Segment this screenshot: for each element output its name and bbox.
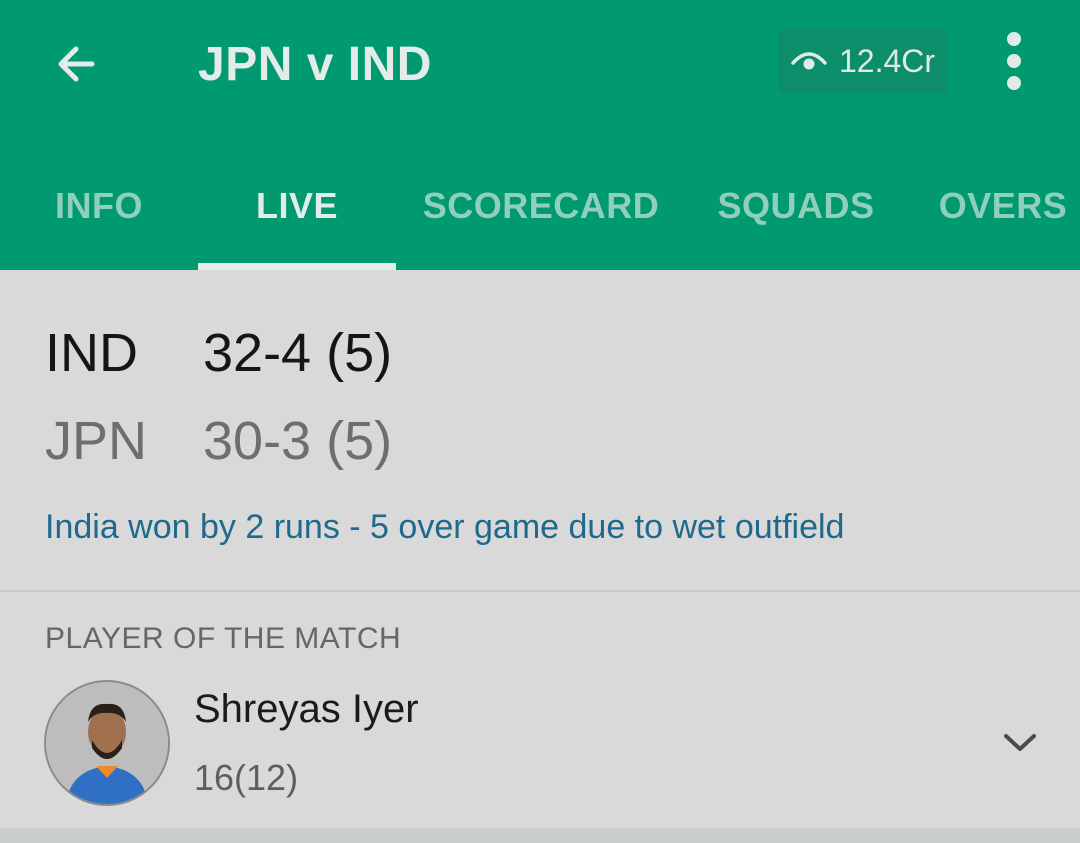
team-score: 32-4 (5) <box>203 323 393 383</box>
team-abbr: JPN <box>45 411 148 471</box>
player-name: Shreyas Iyer <box>194 687 419 731</box>
player-of-match-card[interactable]: PLAYER OF THE MATCH Shreyas Iyer 16(12) <box>0 592 1080 828</box>
match-result: India won by 2 runs - 5 over game due to… <box>45 508 845 546</box>
arrow-left-icon <box>58 46 95 82</box>
eye-icon <box>791 52 827 70</box>
tab-bar: INFO LIVE SCORECARD SQUADS OVERS <box>0 160 1080 270</box>
player-stat: 16(12) <box>194 757 299 798</box>
more-vertical-icon-dot <box>1007 54 1021 68</box>
tab-overs[interactable]: OVERS <box>922 160 1080 270</box>
page-title: JPN v IND <box>198 38 432 91</box>
viewer-count-badge[interactable]: 12.4Cr <box>778 28 948 94</box>
tab-squads[interactable]: SQUADS <box>700 160 892 270</box>
match-score-card[interactable]: IND 32-4 (5) JPN 30-3 (5) India won by 2… <box>0 270 1080 590</box>
section-label: PLAYER OF THE MATCH <box>45 622 402 655</box>
player-photo <box>46 682 168 804</box>
chevron-down-icon <box>1004 734 1036 751</box>
bottom-divider <box>0 828 1080 843</box>
app-bar: JPN v IND 12.4Cr INFO LIVE SCORECARD SQU… <box>0 0 1080 270</box>
tab-scorecard[interactable]: SCORECARD <box>400 160 682 270</box>
expand-button[interactable] <box>990 717 1050 767</box>
viewer-count: 12.4Cr <box>838 42 936 79</box>
team-abbr: IND <box>45 323 138 383</box>
more-options-button[interactable] <box>990 30 1038 92</box>
tab-live[interactable]: LIVE <box>198 160 396 270</box>
back-button[interactable] <box>40 28 112 100</box>
active-tab-indicator <box>198 263 396 270</box>
more-vertical-icon-dot <box>1007 76 1021 90</box>
more-vertical-icon <box>1007 32 1021 46</box>
team-score: 30-3 (5) <box>203 411 393 471</box>
player-avatar <box>44 680 170 806</box>
tab-info[interactable]: INFO <box>0 160 198 270</box>
